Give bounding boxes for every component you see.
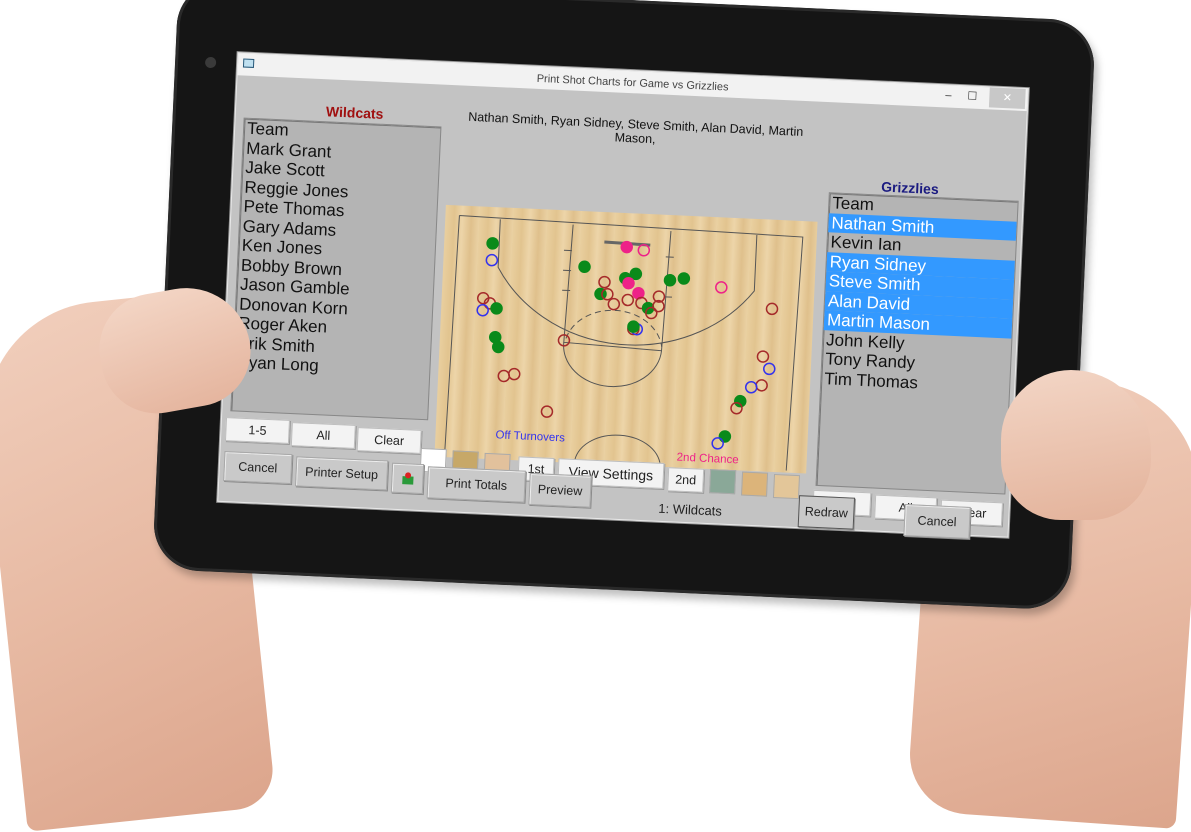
minimize-button[interactable]: – [935,85,962,106]
shot-marker-made [579,261,590,272]
shot-marker-made [491,303,502,314]
tablet-device: Print Shot Charts for Game vs Grizzlies … [152,0,1096,611]
shot-marker-missed [766,303,777,314]
home-first-five-button[interactable]: 1-5 [225,417,290,444]
maximize-button[interactable]: ☐ [959,86,986,107]
second-half-color-swatch[interactable] [773,474,800,499]
second-half-button[interactable]: 2nd [667,467,704,493]
shot-chart-court[interactable]: Off Turnovers 2nd Chance [434,205,817,474]
shot-marker-missed [541,406,552,417]
selected-players-text: Nathan Smith, Ryan Sidney, Steve Smith, … [455,109,816,153]
printer-setup-button[interactable]: Printer Setup [295,456,388,490]
shot-marker-made [678,273,689,284]
shot-marker-missed [756,380,767,391]
cancel-right-button[interactable]: Cancel [903,504,970,539]
redraw-button[interactable]: Redraw [798,495,855,530]
shot-marker-made [719,431,730,442]
close-button[interactable]: ✕ [989,87,1026,109]
shot-marker-turnover-miss [764,363,775,374]
shot-marker-turnover-miss [486,254,497,265]
print-icon [392,464,423,493]
status-text: 1: Wildcats [658,501,722,519]
shot-marker-made [664,275,675,286]
window-client: Wildcats Nathan Smith, Ryan Sidney, Stev… [218,75,1027,536]
shot-marker-missed [608,298,619,309]
cancel-left-button[interactable]: Cancel [223,451,292,484]
shot-marker-second-chance [623,277,634,288]
shot-marker-turnover-miss [477,304,488,315]
print-button[interactable] [391,463,424,494]
app-window: Print Shot Charts for Game vs Grizzlies … [217,52,1029,537]
shot-marker-missed [498,370,509,381]
shot-marker-made [487,238,498,249]
shot-marker-missed [508,368,519,379]
away-players-list[interactable]: TeamNathan SmithKevin IanRyan SidneyStev… [816,192,1019,494]
home-all-button[interactable]: All [291,422,356,449]
shot-marker-second-chance-miss [716,282,727,293]
home-players-list[interactable]: TeamMark GrantJake ScottReggie JonesPete… [230,118,441,421]
second-half-color-swatch[interactable] [709,469,736,494]
shot-marker-second-chance [621,241,632,252]
shot-marker-missed [757,351,768,362]
camera-lens [205,57,216,68]
shot-marker-made [628,321,639,332]
shot-marker-missed [599,276,610,287]
shot-marker-second-chance-miss [638,245,649,256]
shot-marker-turnover-miss [745,382,756,393]
home-team-name: Wildcats [326,103,384,122]
shot-marker-made [492,341,503,352]
preview-button[interactable]: Preview [528,473,591,508]
shot-marker-turnover-miss [712,438,723,449]
print-totals-button[interactable]: Print Totals [427,466,526,502]
home-clear-button[interactable]: Clear [357,427,422,454]
second-half-color-swatch[interactable] [741,472,768,497]
shot-marker-missed [622,294,633,305]
court-lines [434,205,817,474]
